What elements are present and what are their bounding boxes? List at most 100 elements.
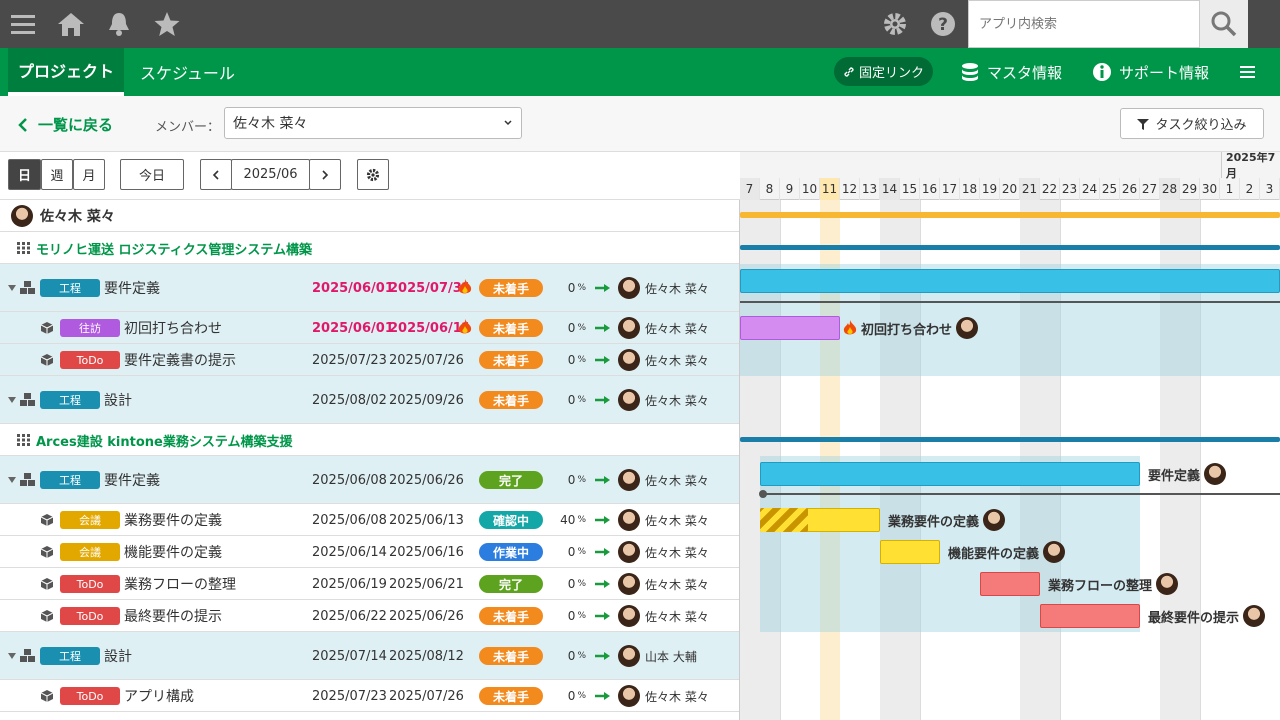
next-month-button[interactable] [309, 159, 341, 190]
settings-button[interactable] [357, 159, 389, 190]
avatar [11, 205, 33, 227]
task-row[interactable]: ToDo 要件定義書の提示 2025/07/23 2025/07/26 未着手 0% 佐々木… [0, 344, 739, 376]
task-row[interactable]: ToDo 最終要件の提示 2025/06/22 2025/06/26 未着手 0% 佐々木 … [0, 600, 739, 632]
task-status-badge[interactable]: 完了 [479, 575, 543, 593]
task-progress: 0% [552, 568, 586, 600]
task-row[interactable]: 工程 設計 2025/07/14 2025/08/12 未着手 0% 山本 大輔 [0, 632, 739, 680]
task-bar[interactable] [1040, 604, 1140, 628]
task-name[interactable]: 設計 [104, 376, 132, 424]
task-status-badge[interactable]: 未着手 [479, 279, 543, 297]
task-row[interactable]: ToDo アプリ構成 2025/07/23 2025/07/26 未着手 0% 佐々木 菜々 [0, 680, 739, 712]
member-select[interactable]: 佐々木 菜々 [224, 107, 522, 139]
task-name[interactable]: 設計 [104, 632, 132, 680]
calendar-day: 11 [820, 178, 840, 200]
task-end-date: 2025/09/26 [389, 392, 464, 408]
bell-icon[interactable] [104, 9, 134, 39]
avatar [618, 605, 640, 627]
back-to-list-link[interactable]: 一覧に戻る [18, 114, 113, 135]
task-progress-unit: % [577, 579, 586, 589]
task-status-badge[interactable]: 未着手 [479, 319, 543, 337]
project-name[interactable]: モリノヒ運送 ロジスティクス管理システム構築 [36, 232, 312, 264]
support-info-button[interactable]: サポート情報 [1092, 48, 1209, 96]
project-row[interactable]: Arces建設 kintone業務システム構築支援 [0, 424, 739, 456]
task-filter-button[interactable]: タスク絞り込み [1120, 108, 1264, 139]
hamburger-menu-icon[interactable] [1238, 48, 1258, 96]
task-type-tag: ToDo [60, 607, 120, 625]
prev-month-button[interactable] [200, 159, 232, 190]
task-assignee: 佐々木 菜々 [645, 513, 709, 528]
task-row[interactable]: 工程 要件定義 2025/06/08 2025/06/26 完了 0% 佐々木 菜々 [0, 456, 739, 504]
task-status-badge[interactable]: 完了 [479, 471, 543, 489]
view-month-button[interactable]: 月 [73, 159, 105, 190]
project-name[interactable]: Arces建設 kintone業務システム構築支援 [36, 424, 292, 456]
task-progress-value: 0 [567, 473, 576, 487]
tab-schedule[interactable]: スケジュール [140, 48, 235, 96]
collapse-triangle-icon[interactable] [8, 476, 17, 484]
gear-icon [366, 168, 380, 181]
avatar [983, 509, 1006, 531]
svg-text:?: ? [938, 15, 948, 35]
help-icon[interactable]: ? [928, 9, 958, 39]
avatar [1043, 541, 1066, 563]
task-bar[interactable] [740, 316, 840, 340]
menu-icon[interactable] [8, 9, 38, 39]
collapse-triangle-icon[interactable] [8, 396, 17, 404]
task-bar-label: 業務フローの整理 [1048, 572, 1179, 596]
task-row[interactable]: 工程 設計 2025/08/02 2025/09/26 未着手 0% 佐々木 菜々 [0, 376, 739, 424]
task-name[interactable]: アプリ構成 [124, 680, 194, 712]
gear-icon[interactable] [880, 9, 910, 39]
task-name[interactable]: 機能要件の定義 [124, 536, 222, 568]
task-row[interactable]: 工程 要件定義 2025/06/01 2025/07/31 未着手 0% 佐々木 菜々 [0, 264, 739, 312]
task-name[interactable]: 最終要件の提示 [124, 600, 222, 632]
tab-project[interactable]: プロジェクト [8, 48, 125, 96]
calendar-day: 26 [1120, 178, 1140, 200]
task-name[interactable]: 要件定義書の提示 [124, 344, 236, 376]
task-status-badge[interactable]: 未着手 [479, 351, 543, 369]
task-progress: 0% [552, 376, 586, 424]
chevron-left-icon [212, 169, 219, 180]
task-status-badge[interactable]: 未着手 [479, 687, 543, 705]
task-row[interactable]: ToDo 業務フローの整理 2025/06/19 2025/06/21 完了 0% 佐々木 … [0, 568, 739, 600]
collapse-triangle-icon[interactable] [8, 284, 17, 292]
task-name[interactable]: 業務フローの整理 [124, 568, 236, 600]
task-status-badge[interactable]: 確認中 [479, 511, 543, 529]
task-name[interactable]: 初回打ち合わせ [124, 312, 222, 344]
search-button[interactable] [1200, 0, 1248, 48]
view-week-button[interactable]: 週 [41, 159, 73, 190]
cubes-icon [20, 649, 35, 662]
task-name[interactable]: 要件定義 [104, 264, 160, 312]
task-end-date: 2025/08/12 [389, 648, 464, 664]
task-bar[interactable] [980, 572, 1040, 596]
support-info-label: サポート情報 [1119, 63, 1210, 82]
today-button[interactable]: 今日 [120, 159, 184, 190]
task-progress-value: 0 [567, 321, 576, 335]
home-icon[interactable] [56, 9, 86, 39]
task-row[interactable]: 往訪 初回打ち合わせ 2025/06/01 2025/06/11 未着手 0% 佐々木 菜々 [0, 312, 739, 344]
collapse-triangle-icon[interactable] [8, 652, 17, 660]
task-status-badge[interactable]: 未着手 [479, 607, 543, 625]
star-icon[interactable] [152, 9, 182, 39]
project-row[interactable]: モリノヒ運送 ロジスティクス管理システム構築 [0, 232, 739, 264]
task-bar[interactable] [880, 540, 940, 564]
task-bar[interactable] [760, 462, 1140, 486]
task-row[interactable]: 会議 機能要件の定義 2025/06/14 2025/06/16 作業中 0% 佐々木 菜々 [0, 536, 739, 568]
task-bar[interactable] [740, 269, 1280, 293]
fixed-link-button[interactable]: 固定リンク [834, 57, 934, 86]
view-day-button[interactable]: 日 [8, 159, 41, 190]
chevron-right-icon [322, 169, 329, 180]
task-progress-unit: % [577, 283, 586, 293]
task-status-badge[interactable]: 作業中 [479, 543, 543, 561]
task-status-badge[interactable]: 未着手 [479, 391, 543, 409]
grid-icon [17, 242, 30, 254]
search-input[interactable] [969, 1, 1199, 47]
task-type-tag: 工程 [40, 391, 100, 409]
calendar-day: 23 [1060, 178, 1080, 200]
task-bar-label: 最終要件の提示 [1148, 604, 1266, 628]
task-name[interactable]: 要件定義 [104, 456, 160, 504]
arrow-right-icon [595, 612, 610, 620]
master-info-button[interactable]: マスタ情報 [960, 48, 1062, 96]
task-name[interactable]: 業務要件の定義 [124, 504, 222, 536]
task-row[interactable]: 会議 業務要件の定義 2025/06/08 2025/06/13 確認中 40% 佐々木 菜… [0, 504, 739, 536]
task-status-badge[interactable]: 未着手 [479, 647, 543, 665]
task-progress-unit: % [577, 515, 586, 525]
